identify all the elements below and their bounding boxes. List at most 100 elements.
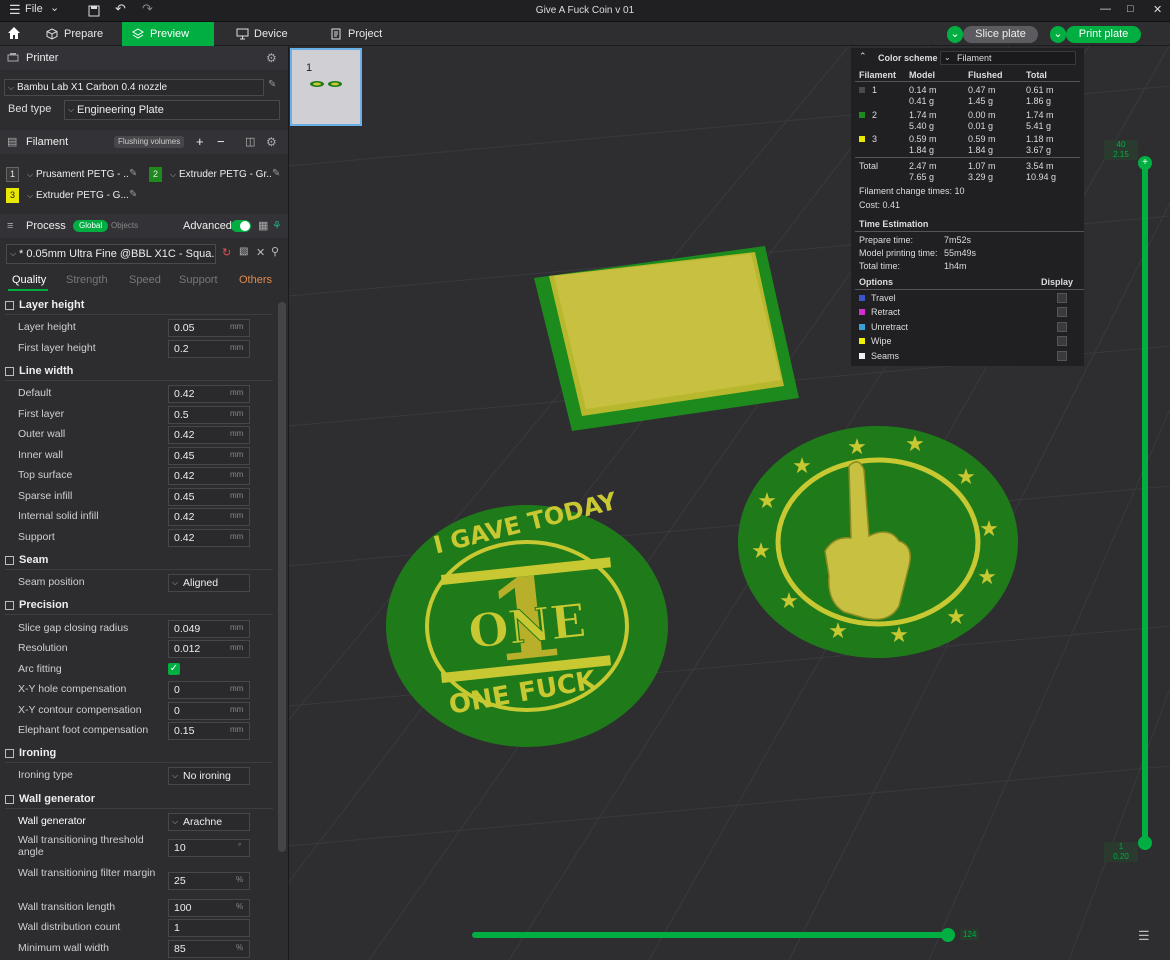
setting-first-layer-width: First layer 0.5 mm: [0, 406, 280, 424]
edit-filament-icon[interactable]: ✎: [272, 168, 280, 179]
slice-dropdown-button[interactable]: ⌄: [947, 26, 963, 43]
tab-strength[interactable]: Strength: [66, 274, 108, 286]
sync-filament-icon[interactable]: ◫: [245, 130, 255, 154]
tab-prepare[interactable]: Prepare: [36, 22, 122, 46]
layers-icon: [132, 28, 144, 39]
delete-preset-icon[interactable]: ✕: [256, 246, 265, 259]
unretract-display-checkbox[interactable]: [1057, 322, 1067, 332]
filament-slot-1[interactable]: 1 Prusament PETG - ... ✎: [6, 167, 146, 183]
print-dropdown-button[interactable]: ⌄: [1050, 26, 1066, 43]
add-filament-icon[interactable]: +: [196, 130, 204, 154]
option-travel: Travel: [859, 292, 1079, 305]
printer-select[interactable]: Bambu Lab X1 Carbon 0.4 nozzle: [4, 79, 264, 96]
collapse-icon[interactable]: ⌃: [859, 51, 867, 62]
move-slider-handle[interactable]: [941, 928, 955, 942]
travel-display-checkbox[interactable]: [1057, 293, 1067, 303]
option-retract: Retract: [859, 306, 1079, 319]
advanced-switch[interactable]: [231, 220, 251, 232]
bed-type-label: Bed type: [8, 103, 52, 115]
total-time: 1h4m: [944, 261, 967, 271]
filament-select[interactable]: Extruder PETG - G...: [24, 188, 128, 204]
svg-text:★: ★: [889, 623, 909, 648]
search-icon[interactable]: ⚲: [271, 245, 279, 258]
reset-icon[interactable]: ↻: [222, 246, 231, 259]
edit-filament-icon[interactable]: ✎: [129, 189, 137, 200]
wall-distribution-count-input[interactable]: 1: [168, 919, 250, 937]
wall-generator-select[interactable]: Arachne: [168, 813, 250, 831]
group-layer-height: Layer height: [5, 297, 277, 313]
color-scheme-select[interactable]: ⌄ Filament: [940, 51, 1076, 65]
arc-fitting-checkbox[interactable]: ✓: [168, 663, 180, 675]
option-unretract: Unretract: [859, 321, 1079, 334]
filament-select[interactable]: Extruder PETG - Gr...: [167, 167, 271, 183]
bed-type-select[interactable]: Engineering Plate: [64, 100, 280, 120]
retract-swatch: [859, 309, 865, 315]
tab-speed[interactable]: Speed: [129, 274, 161, 286]
process-preset-select[interactable]: * 0.05mm Ultra Fine @BBL X1C - Squa...: [6, 244, 216, 264]
filament-slot-3[interactable]: 3 Extruder PETG - G... ✎: [6, 188, 146, 204]
filament-1-id: 1: [872, 85, 878, 95]
divider: [855, 289, 1084, 290]
save-preset-icon[interactable]: ▧: [239, 246, 248, 257]
layer-slider-bottom-handle[interactable]: [1138, 836, 1152, 850]
total-label: Total: [859, 161, 879, 171]
prepare-time: 7m52s: [944, 235, 972, 245]
minimize-button[interactable]: —: [1100, 3, 1111, 15]
diff-icon[interactable]: ⚘: [272, 214, 282, 238]
filament-settings-icon[interactable]: ⚙: [266, 130, 277, 154]
tab-project[interactable]: Project: [320, 22, 400, 46]
ironing-type-select[interactable]: No ironing: [168, 767, 250, 785]
printer-section-header: Printer ⚙: [0, 46, 288, 70]
wipe-swatch: [859, 338, 865, 344]
tab-others[interactable]: Others: [239, 274, 272, 286]
seam-position-select[interactable]: Aligned: [168, 574, 250, 592]
tab-preview[interactable]: Preview: [122, 22, 214, 46]
layers-toggle-icon[interactable]: ☰: [1138, 928, 1150, 944]
filament-select[interactable]: Prusament PETG - ...: [24, 167, 128, 183]
compare-icon[interactable]: ▦: [258, 214, 268, 238]
filament-slot-2[interactable]: 2 Extruder PETG - Gr... ✎: [149, 167, 288, 183]
gear-icon[interactable]: ⚙: [266, 46, 277, 70]
svg-text:★: ★: [828, 619, 848, 644]
tab-quality[interactable]: Quality: [12, 274, 46, 286]
slice-plate-button[interactable]: Slice plate: [963, 26, 1038, 43]
tab-support[interactable]: Support: [179, 274, 218, 286]
model-print-time: 55m49s: [944, 248, 977, 258]
left-coin-model[interactable]: 1 ONE I GAVE TODAY ONE FUCK: [386, 487, 668, 747]
setting-inner-wall-width: Inner wall 0.45 mm: [0, 447, 280, 465]
move-slider-value: 124: [960, 929, 980, 940]
rectangular-plate-model[interactable]: [534, 246, 799, 431]
right-coin-model[interactable]: ★ ★ ★ ★ ★ ★ ★ ★ ★ ★ ★ ★: [738, 426, 1018, 658]
svg-text:★: ★: [757, 489, 777, 514]
filament-3-id: 3: [872, 134, 878, 144]
advanced-label: Advanced: [183, 220, 232, 232]
close-button[interactable]: ✕: [1153, 3, 1162, 16]
setting-wall-transition-filter: Wall transitioning filter margin 25%: [0, 867, 280, 890]
print-plate-button[interactable]: Print plate: [1066, 26, 1141, 43]
layer-slider-track[interactable]: [1142, 164, 1148, 844]
divider: [5, 314, 273, 315]
precision-icon: [5, 601, 14, 610]
remove-filament-icon[interactable]: −: [217, 130, 225, 154]
layer-slider-top-handle[interactable]: +: [1138, 156, 1152, 170]
setting-xy-contour-compensation: X-Y contour compensation 0 mm: [0, 702, 280, 720]
edit-filament-icon[interactable]: ✎: [129, 168, 137, 179]
document-icon: [331, 28, 341, 40]
maximize-button[interactable]: □: [1127, 3, 1134, 15]
flushing-volumes-button[interactable]: Flushing volumes: [114, 136, 185, 148]
move-slider-track[interactable]: [472, 932, 948, 938]
switch-knob: [240, 221, 250, 231]
tab-device[interactable]: Device: [226, 22, 306, 46]
unretract-swatch: [859, 324, 865, 330]
process-tabs: Quality Strength Speed Support Others: [0, 274, 280, 291]
plate-thumbnail[interactable]: 1: [290, 48, 362, 126]
retract-display-checkbox[interactable]: [1057, 307, 1067, 317]
filament-icon: ▤: [7, 136, 18, 148]
home-icon[interactable]: [7, 26, 21, 40]
objects-toggle[interactable]: Objects: [111, 214, 138, 238]
setting-slice-gap-closing-radius: Slice gap closing radius 0.049 mm: [0, 620, 280, 638]
wipe-display-checkbox[interactable]: [1057, 336, 1067, 346]
global-toggle[interactable]: Global: [73, 220, 109, 232]
edit-printer-icon[interactable]: ✎: [268, 79, 276, 90]
seams-display-checkbox[interactable]: [1057, 351, 1067, 361]
